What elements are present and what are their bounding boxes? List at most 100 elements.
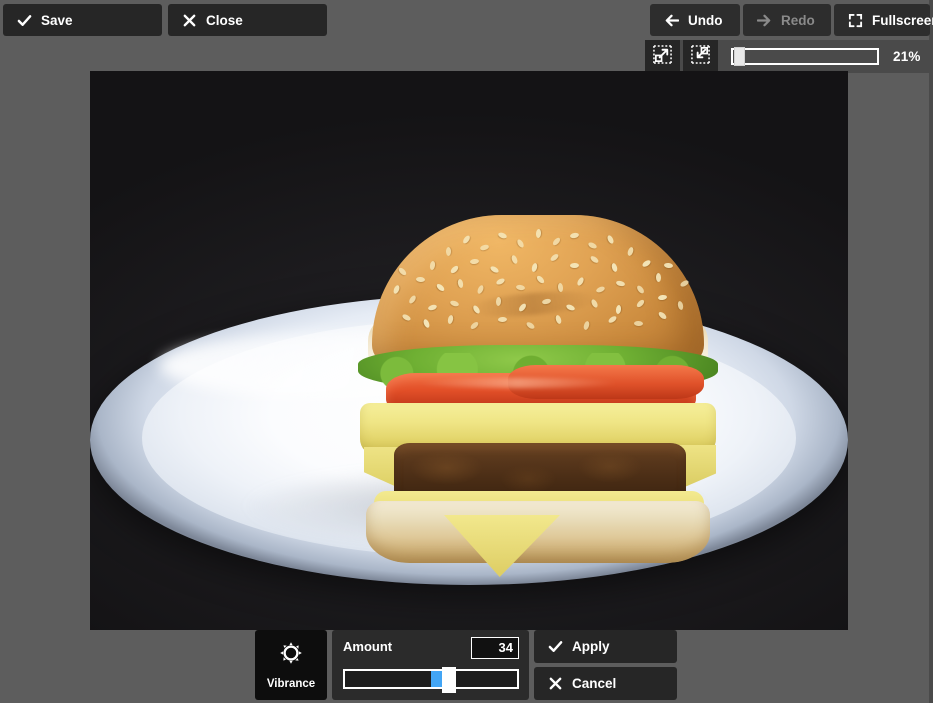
zoom-fit-out-button[interactable] <box>645 40 680 73</box>
sesame-seed <box>590 298 599 309</box>
sesame-seed <box>610 262 619 273</box>
sesame-seed <box>663 262 674 269</box>
sesame-seed <box>549 252 560 263</box>
sesame-seed <box>449 264 460 275</box>
sesame-seed <box>676 300 685 311</box>
sesame-seed <box>554 314 563 325</box>
close-icon <box>548 676 563 691</box>
cancel-button[interactable]: Cancel <box>534 667 677 700</box>
sesame-seed <box>469 320 480 331</box>
sesame-seed <box>576 276 585 287</box>
sesame-seed <box>655 272 662 283</box>
adjustment-toolbar: Vibrance Amount 34 Apply Cancel <box>255 630 685 700</box>
sesame-seed <box>495 296 502 307</box>
close-button-label: Close <box>206 12 243 28</box>
sesame-seed <box>557 282 564 293</box>
sesame-seed <box>427 303 438 312</box>
sesame-seed <box>392 284 401 295</box>
apply-button[interactable]: Apply <box>534 630 677 663</box>
sesame-seed <box>565 303 576 312</box>
sesame-seed <box>510 254 519 265</box>
sesame-seed <box>435 282 446 293</box>
sesame-seed <box>587 241 598 250</box>
sesame-seed <box>515 284 526 291</box>
image-canvas[interactable] <box>90 71 848 630</box>
zoom-toolbar: 21% <box>645 40 933 73</box>
amount-slider[interactable] <box>343 667 519 693</box>
sesame-seed <box>515 238 526 249</box>
sesame-seed <box>469 258 480 265</box>
sesame-seed <box>447 314 454 325</box>
sesame-seed <box>457 278 464 289</box>
amount-parameter-panel: Amount 34 <box>332 630 529 700</box>
zoom-slider-handle[interactable] <box>733 47 745 66</box>
check-icon <box>17 13 32 28</box>
sesame-seed <box>595 285 606 294</box>
sesame-seed <box>397 266 408 277</box>
amount-value-input[interactable]: 34 <box>471 637 519 659</box>
sesame-seed <box>415 276 426 283</box>
zoom-fit-in-button[interactable] <box>683 40 718 73</box>
sesame-seed <box>569 232 580 239</box>
image-editor-window: Save Close Undo Redo Fullscreen 21% Vibr… <box>0 0 933 703</box>
fullscreen-button[interactable]: Fullscreen <box>834 4 933 36</box>
sun-icon <box>278 640 304 671</box>
apply-cancel-group: Apply Cancel <box>534 630 677 700</box>
arrow-left-icon <box>664 13 679 28</box>
sesame-seed <box>657 310 668 321</box>
undo-button[interactable]: Undo <box>650 4 740 36</box>
sesame-seed <box>641 258 652 269</box>
tomato-highlight <box>418 378 618 388</box>
sesame-seed <box>471 304 482 315</box>
sesame-seed <box>449 299 460 308</box>
window-right-edge <box>929 0 933 703</box>
save-button-label: Save <box>41 12 73 28</box>
sesame-seed <box>541 298 552 305</box>
fullscreen-icon <box>848 13 863 28</box>
close-icon <box>182 13 197 28</box>
sesame-seed <box>489 265 500 274</box>
check-icon <box>548 639 563 654</box>
zoom-fit-in-icon <box>691 44 710 69</box>
sesame-seed <box>497 231 508 240</box>
redo-button[interactable]: Redo <box>743 4 831 36</box>
sesame-seeds <box>358 215 718 365</box>
sesame-seed <box>461 234 472 245</box>
zoom-percent-label: 21% <box>893 49 921 64</box>
amount-slider-handle[interactable] <box>441 667 456 693</box>
sesame-seed <box>626 246 635 257</box>
sesame-seed <box>446 247 451 256</box>
zoom-fit-out-icon <box>653 44 672 69</box>
sesame-seed <box>479 243 490 252</box>
sesame-seed <box>635 284 646 295</box>
sesame-seed <box>495 277 506 286</box>
sesame-seed <box>657 294 668 301</box>
fullscreen-button-label: Fullscreen <box>872 12 933 28</box>
sesame-seed <box>589 254 600 265</box>
sesame-seed <box>535 274 546 285</box>
burger <box>358 215 718 577</box>
sesame-seed <box>615 304 622 315</box>
sesame-seed <box>551 236 562 247</box>
redo-button-label: Redo <box>781 12 815 28</box>
zoom-slider[interactable] <box>731 47 879 66</box>
sesame-seed <box>606 234 615 245</box>
burger-photo <box>90 71 848 630</box>
sesame-seed <box>679 279 690 288</box>
sesame-seed <box>497 316 508 323</box>
sesame-seed <box>635 298 646 309</box>
sesame-seed <box>569 262 580 269</box>
sesame-seed <box>476 284 485 295</box>
sesame-seed <box>607 314 618 325</box>
tool-vibrance[interactable]: Vibrance <box>255 630 327 700</box>
save-button[interactable]: Save <box>3 4 162 36</box>
undo-button-label: Undo <box>688 12 723 28</box>
cancel-button-label: Cancel <box>572 676 617 691</box>
arrow-right-icon <box>757 13 772 28</box>
sesame-seed <box>422 318 431 329</box>
sesame-seed <box>401 313 412 322</box>
zoom-slider-track <box>731 48 879 65</box>
close-button[interactable]: Close <box>168 4 327 36</box>
sesame-seed <box>407 294 418 305</box>
sesame-seed <box>535 228 542 239</box>
